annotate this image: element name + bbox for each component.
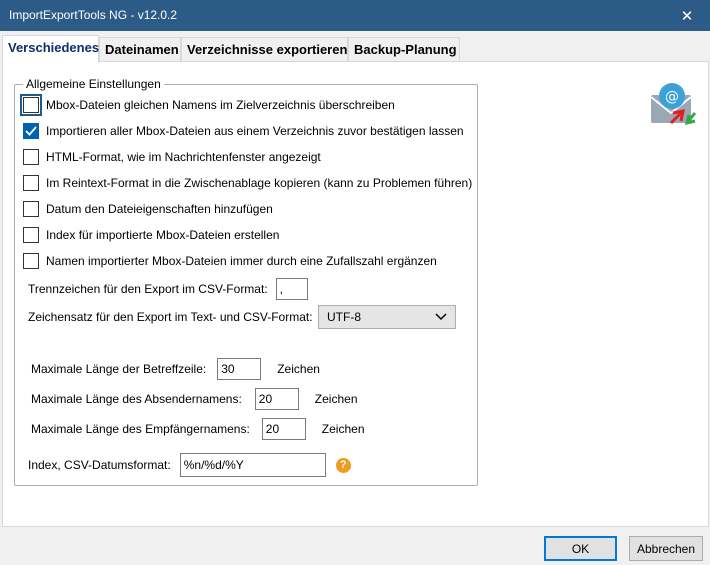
- max-sender-unit: Zeichen: [314, 392, 358, 406]
- overwrite-checkbox[interactable]: [20, 94, 42, 116]
- mail-import-export-icon: @: [649, 81, 697, 129]
- charset-label: Zeichensatz für den Export im Text- und …: [28, 310, 313, 324]
- date-format-row: Index, CSV-Datumsformat: ?: [28, 453, 351, 477]
- charset-row: Zeichensatz für den Export im Text- und …: [28, 310, 313, 324]
- svg-text:@: @: [665, 89, 679, 105]
- tab-verzeichnisse-exportieren[interactable]: Verzeichnisse exportieren: [181, 37, 348, 62]
- checkbox-label: Datum den Dateieigenschaften hinzufügen: [46, 202, 273, 216]
- max-subject-row: Maximale Länge der Betreffzeile: Zeichen: [31, 358, 320, 380]
- max-sender-row: Maximale Länge des Absendernamens: Zeich…: [31, 388, 358, 410]
- close-button[interactable]: ✕: [664, 0, 710, 31]
- chevron-down-icon: [435, 313, 447, 321]
- max-sender-label: Maximale Länge des Absendernamens:: [31, 392, 242, 406]
- cancel-button[interactable]: Abbrechen: [629, 536, 703, 561]
- tab-dateinamen[interactable]: Dateinamen: [99, 37, 181, 62]
- tab-backup-planung[interactable]: Backup-Planung: [348, 37, 460, 62]
- csv-separator-row: Trennzeichen für den Export im CSV-Forma…: [28, 278, 308, 300]
- checkbox-label: Namen importierter Mbox-Dateien immer du…: [46, 254, 437, 268]
- create-index-checkbox[interactable]: [23, 227, 39, 243]
- checkbox-row-random-number[interactable]: Namen importierter Mbox-Dateien immer du…: [23, 253, 437, 269]
- max-sender-input[interactable]: [254, 388, 299, 410]
- plaintext-clipboard-checkbox[interactable]: [23, 175, 39, 191]
- max-subject-input[interactable]: [217, 358, 262, 380]
- checkbox-row-create-index[interactable]: Index für importierte Mbox-Dateien erste…: [23, 227, 279, 243]
- checkbox-label: Index für importierte Mbox-Dateien erste…: [46, 228, 280, 242]
- tab-bar: Verschiedenes Dateinamen Verzeichnisse e…: [0, 35, 710, 63]
- checkbox-label: HTML-Format, wie im Nachrichtenfenster a…: [46, 150, 321, 164]
- checkbox-label: Im Reintext-Format in die Zwischenablage…: [46, 176, 473, 190]
- html-format-checkbox[interactable]: [23, 149, 39, 165]
- checkbox-row-confirm-import[interactable]: Importieren aller Mbox-Dateien aus einem…: [23, 123, 464, 139]
- csv-separator-label: Trennzeichen für den Export im CSV-Forma…: [28, 282, 268, 296]
- checkbox-row-overwrite[interactable]: Mbox-Dateien gleichen Namens im Zielverz…: [20, 94, 395, 116]
- max-recipient-unit: Zeichen: [321, 422, 365, 436]
- max-recipient-label: Maximale Länge des Empfängernamens:: [31, 422, 250, 436]
- checkbox-row-html-format[interactable]: HTML-Format, wie im Nachrichtenfenster a…: [23, 149, 321, 165]
- charset-value: UTF-8: [327, 310, 361, 324]
- group-legend: Allgemeine Einstellungen: [23, 77, 164, 91]
- checkbox-label: Importieren aller Mbox-Dateien aus einem…: [46, 124, 464, 138]
- max-recipient-row: Maximale Länge des Empfängernamens: Zeic…: [31, 418, 365, 440]
- general-settings-group: Allgemeine Einstellungen Mbox-Dateien gl…: [14, 77, 478, 486]
- ok-button[interactable]: OK: [544, 536, 617, 561]
- date-format-label: Index, CSV-Datumsformat:: [28, 458, 171, 472]
- tab-verschiedenes[interactable]: Verschiedenes: [2, 35, 99, 63]
- max-recipient-input[interactable]: [261, 418, 306, 440]
- date-format-input[interactable]: [179, 453, 326, 477]
- csv-separator-input[interactable]: [275, 278, 308, 300]
- checkmark-icon: [25, 126, 37, 136]
- title-bar: ImportExportTools NG - v12.0.2 ✕: [0, 0, 710, 31]
- settings-panel: @ Allgemeine Einstellungen Mbox-Dateien …: [2, 61, 709, 527]
- max-subject-unit: Zeichen: [277, 362, 320, 376]
- checkbox-row-add-date[interactable]: Datum den Dateieigenschaften hinzufügen: [23, 201, 273, 217]
- max-subject-label: Maximale Länge der Betreffzeile:: [31, 362, 207, 376]
- charset-select[interactable]: UTF-8: [318, 305, 456, 329]
- confirm-import-checkbox[interactable]: [23, 123, 39, 139]
- random-number-checkbox[interactable]: [23, 253, 39, 269]
- help-icon[interactable]: ?: [335, 457, 351, 473]
- window-title: ImportExportTools NG - v12.0.2: [9, 8, 178, 22]
- checkbox-row-plaintext-clipboard[interactable]: Im Reintext-Format in die Zwischenablage…: [23, 175, 472, 191]
- add-date-checkbox[interactable]: [23, 201, 39, 217]
- close-icon: ✕: [680, 7, 694, 25]
- checkbox-label: Mbox-Dateien gleichen Namens im Zielverz…: [46, 98, 395, 112]
